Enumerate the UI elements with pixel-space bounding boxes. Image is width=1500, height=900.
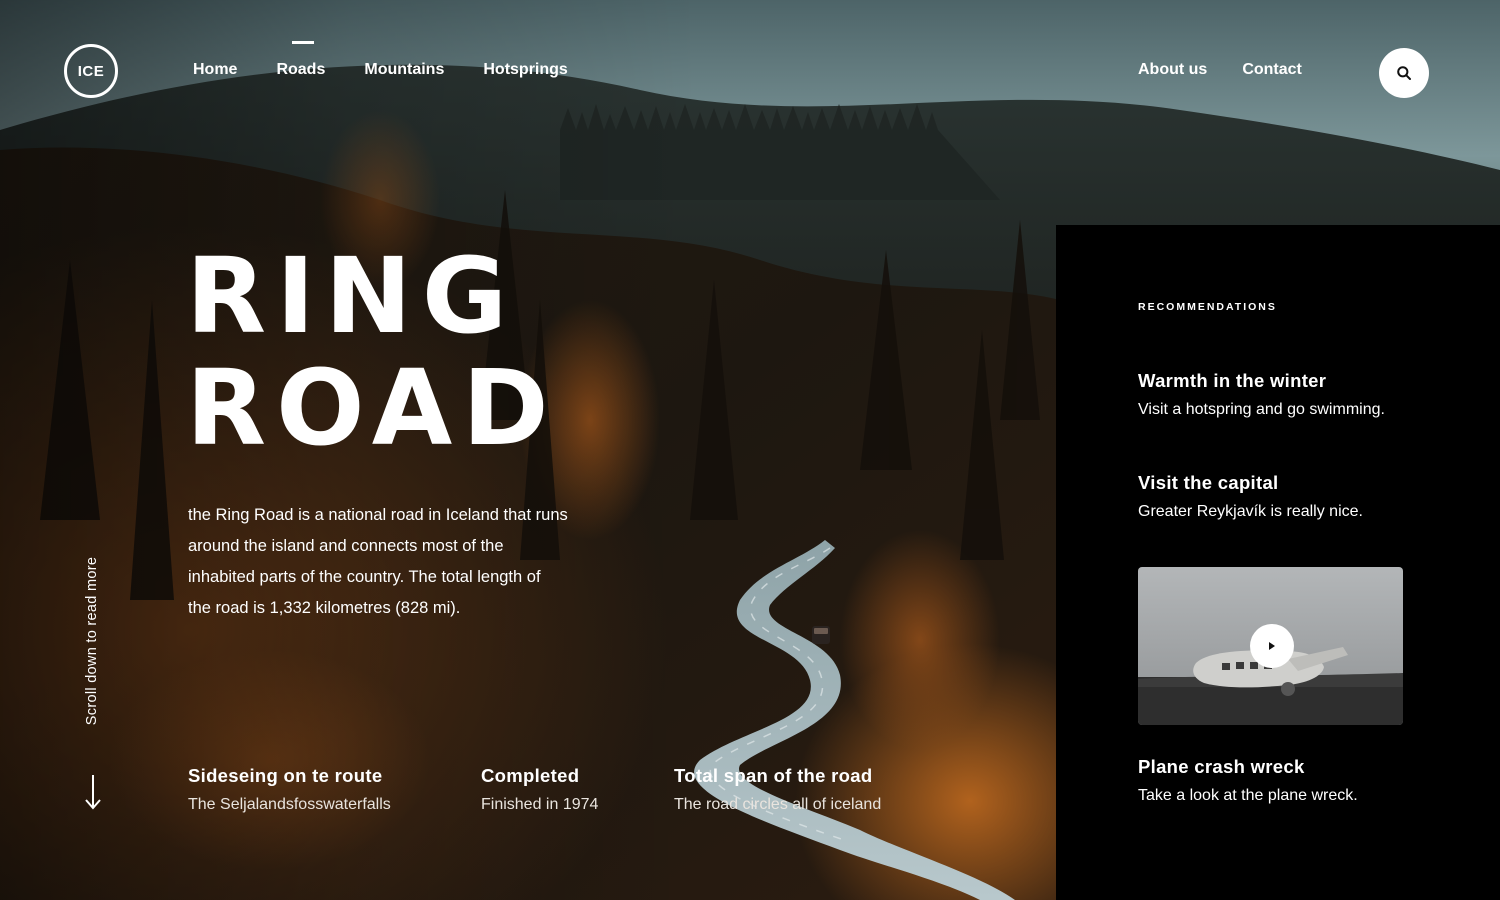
recommendation-title[interactable]: Warmth in the winter <box>1138 369 1438 393</box>
recommendation-title[interactable]: Plane crash wreck <box>1138 755 1438 779</box>
nav-item-roads[interactable]: Roads <box>276 41 326 79</box>
fact-item: Completed Finished in 1974 <box>481 764 598 816</box>
nav-item-hotsprings[interactable]: Hotsprings <box>483 61 567 79</box>
scroll-down-button[interactable] <box>84 774 102 815</box>
arrow-down-icon <box>85 775 101 810</box>
nav-item-about-us[interactable]: About us <box>1138 61 1207 79</box>
fact-subtitle: The road circles all of iceland <box>674 796 882 813</box>
nav-item-roads-label: Roads <box>276 61 326 78</box>
fact-title: Sideseing on te route <box>188 765 383 786</box>
fact-item: Sideseing on te route The Seljalandsfoss… <box>188 764 391 816</box>
play-icon <box>1269 642 1275 650</box>
video-thumbnail[interactable] <box>1138 567 1403 725</box>
play-button[interactable] <box>1250 624 1294 668</box>
fact-subtitle: Finished in 1974 <box>481 796 599 813</box>
recommendation-title[interactable]: Visit the capital <box>1138 471 1438 495</box>
search-icon <box>1397 66 1411 80</box>
fact-title: Completed <box>481 765 580 786</box>
recommendation-item[interactable]: Visit the capital Greater Reykjavík is r… <box>1138 471 1438 523</box>
recommendation-subtitle: Visit a hotspring and go swimming. <box>1138 401 1385 418</box>
fact-title: Total span of the road <box>674 765 873 786</box>
recommendation-subtitle: Take a look at the plane wreck. <box>1138 787 1358 804</box>
recommendations-heading: RECOMMENDATIONS <box>1138 301 1277 313</box>
recommendation-item[interactable]: Warmth in the winter Visit a hotspring a… <box>1138 369 1438 421</box>
nav-item-mountains[interactable]: Mountains <box>364 61 444 79</box>
recommendation-item[interactable]: Plane crash wreck Take a look at the pla… <box>1138 755 1438 807</box>
recommendations-panel: RECOMMENDATIONS Warmth in the winter Vis… <box>1056 225 1500 900</box>
page-title: RING ROAD <box>186 240 559 464</box>
nav-item-contact[interactable]: Contact <box>1242 61 1302 79</box>
page-title-line-1: RING <box>186 235 518 357</box>
secondary-nav: About us Contact <box>1138 61 1302 79</box>
nav-active-indicator <box>292 41 315 44</box>
nav-item-home[interactable]: Home <box>193 61 237 79</box>
hero-description: the Ring Road is a national road in Icel… <box>188 506 568 617</box>
page-title-line-2: ROAD <box>186 347 559 469</box>
search-button[interactable] <box>1379 48 1429 98</box>
recommendation-subtitle: Greater Reykjavík is really nice. <box>1138 503 1363 520</box>
fact-item: Total span of the road The road circles … <box>674 764 881 816</box>
brand-logo-text: ICE <box>77 62 105 80</box>
scroll-hint: Scroll down to read more <box>84 556 100 726</box>
brand-logo[interactable]: ICE <box>64 44 118 98</box>
main-nav: Home Roads Mountains Hotsprings <box>193 41 568 79</box>
fact-subtitle: The Seljalandsfosswaterfalls <box>188 796 391 813</box>
